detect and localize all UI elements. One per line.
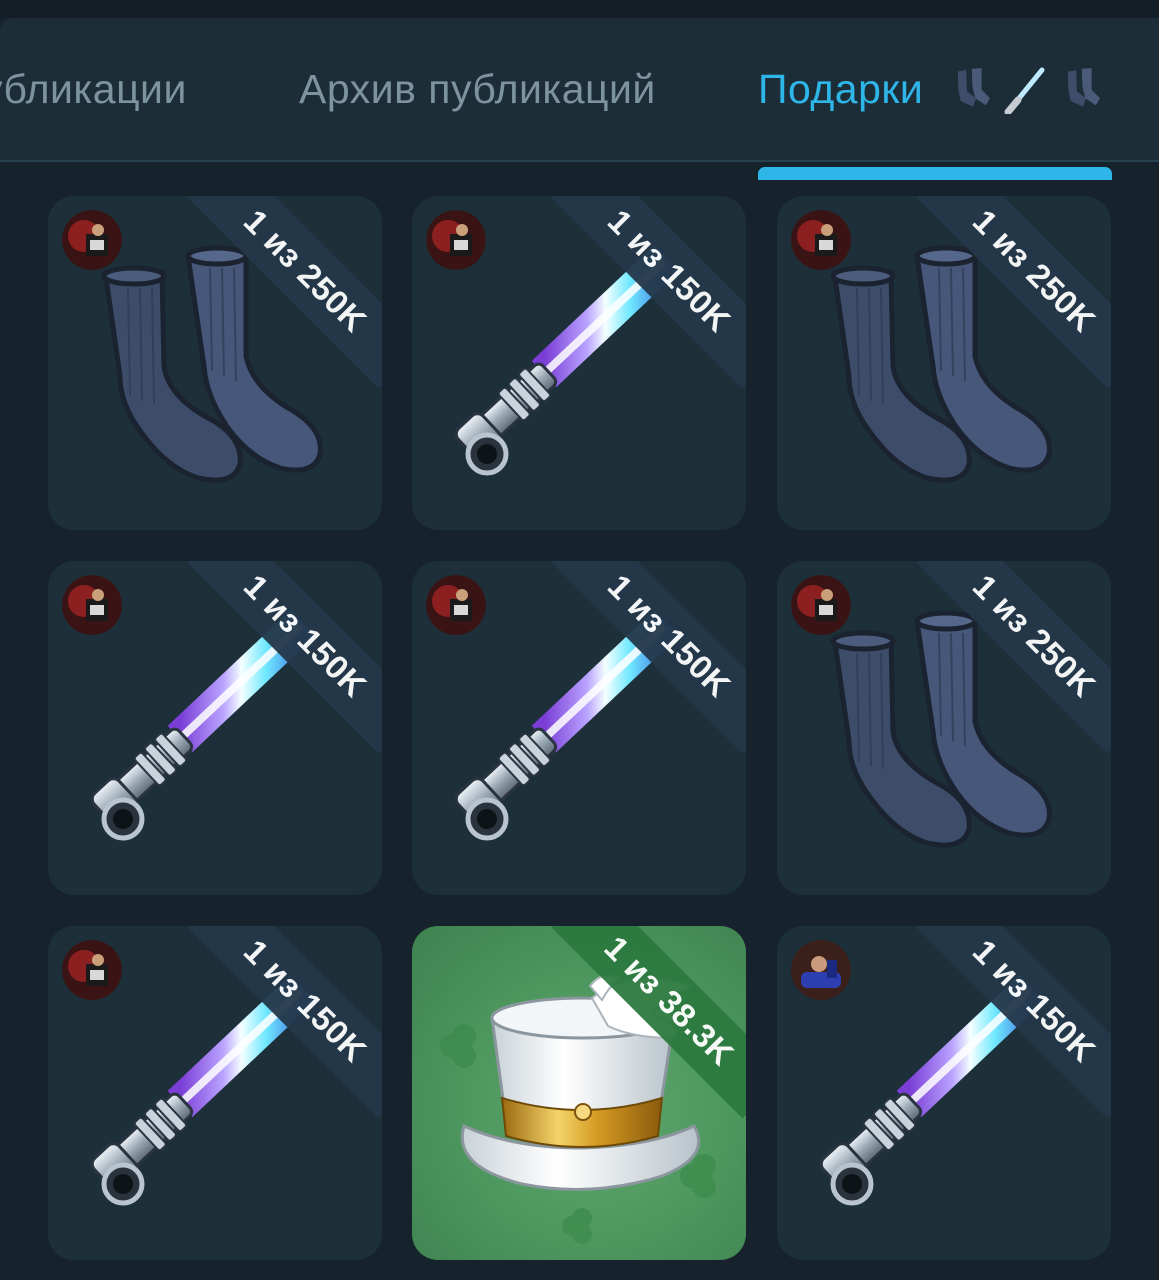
- gift-card[interactable]: 1 из 250K: [777, 196, 1111, 530]
- gift-tab-emoji-icons: [957, 67, 1100, 114]
- socks-icon: [957, 68, 990, 107]
- avatar: [791, 940, 851, 1000]
- tab-publications[interactable]: убликации: [0, 66, 187, 113]
- avatar: [791, 210, 851, 270]
- gift-card[interactable]: 1 из 150K: [48, 561, 382, 895]
- tab-publications-archive[interactable]: Архив публикаций: [299, 66, 656, 113]
- socks-icon: [1067, 68, 1100, 107]
- top-hat-icon: [440, 974, 716, 1244]
- tab-gifts[interactable]: Подарки: [758, 66, 923, 113]
- status-strip: [0, 0, 1159, 18]
- gift-card[interactable]: 1 из 150K: [412, 196, 746, 530]
- gift-image-top-hat: [412, 926, 746, 1260]
- avatar: [426, 575, 486, 635]
- profile-tab-bar: убликации Архив публикаций Подарки: [0, 18, 1159, 180]
- active-tab-indicator: [758, 167, 1112, 180]
- gift-card[interactable]: 1 из 250K: [48, 196, 382, 530]
- avatar: [426, 210, 486, 270]
- lightsaber-icon: [1004, 67, 1045, 114]
- avatar: [791, 575, 851, 635]
- gift-card[interactable]: 1 из 38.3K: [412, 926, 746, 1260]
- gift-card[interactable]: 1 из 150K: [412, 561, 746, 895]
- gift-card[interactable]: 1 из 150K: [777, 926, 1111, 1260]
- avatar: [62, 575, 122, 635]
- avatar: [62, 210, 122, 270]
- avatar: [62, 940, 122, 1000]
- gift-card[interactable]: 1 из 250K: [777, 561, 1111, 895]
- gift-card[interactable]: 1 из 150K: [48, 926, 382, 1260]
